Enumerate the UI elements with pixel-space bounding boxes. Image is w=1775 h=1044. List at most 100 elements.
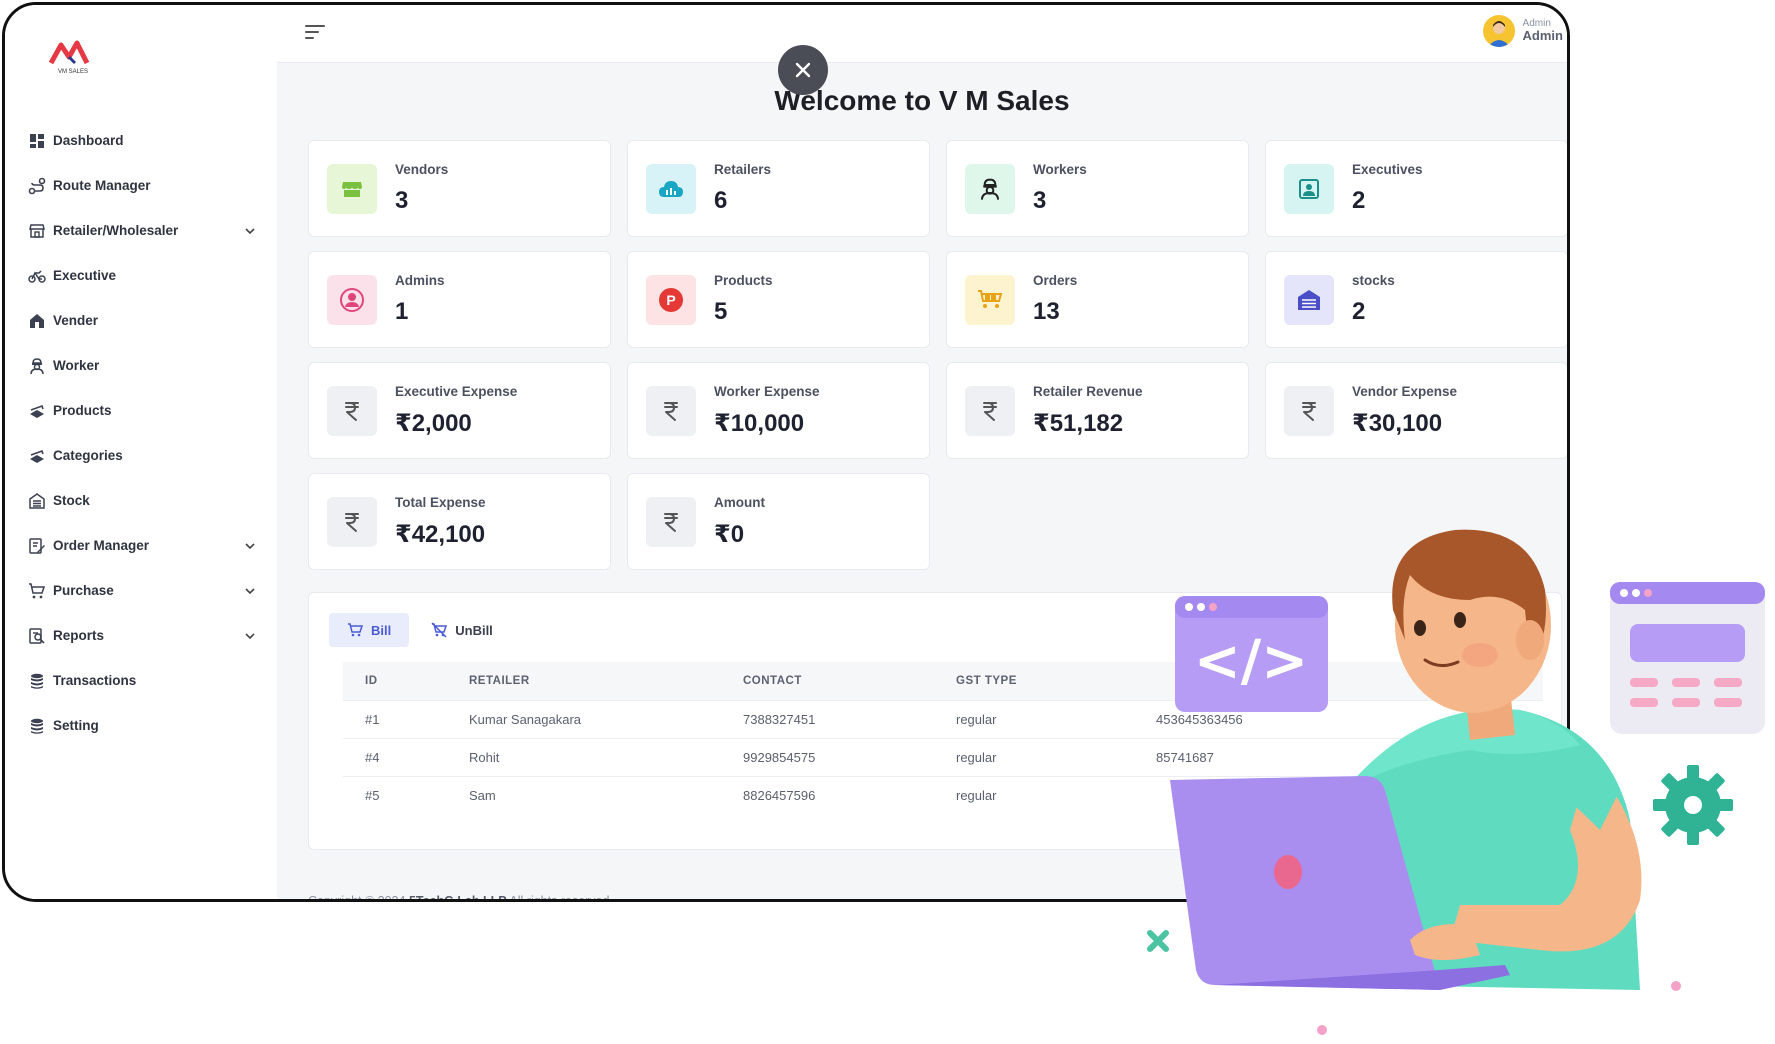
stat-card-worker-expense[interactable]: Worker Expense ₹10,000 xyxy=(627,362,930,459)
stat-value: 2 xyxy=(1352,298,1366,325)
topbar: Admin Admin xyxy=(277,5,1567,63)
stat-label: Executive Expense xyxy=(395,384,518,399)
stat-card-workers[interactable]: Workers 3 xyxy=(946,140,1249,237)
stat-card-products[interactable]: P Products 5 xyxy=(627,251,930,348)
layers-icon xyxy=(27,401,47,421)
tab-bill-label: Bill xyxy=(371,622,392,638)
sidebar-item-retailer-wholesaler[interactable]: Retailer/Wholesaler xyxy=(27,208,257,253)
sidebar-item-label: Vender xyxy=(53,313,99,328)
sidebar-item-reports[interactable]: Reports xyxy=(27,613,257,658)
sidebar-item-products[interactable]: Products xyxy=(27,388,257,433)
stat-label: Workers xyxy=(1033,162,1087,177)
chevron-down-icon[interactable] xyxy=(243,224,257,238)
dashboard-icon xyxy=(27,131,47,151)
footer-company-link[interactable]: 5TechG Lab LLP xyxy=(409,894,507,899)
stat-label: Orders xyxy=(1033,273,1078,288)
stat-value: 5 xyxy=(714,298,728,325)
chevron-down-icon[interactable] xyxy=(243,629,257,643)
table-row[interactable]: #4 Rohit 9929854575 regular 85741687 xyxy=(343,737,1543,776)
col-gst-type: GST TYPE xyxy=(934,662,1134,700)
svg-text:P: P xyxy=(666,292,675,308)
stat-label: Worker Expense xyxy=(714,384,820,399)
cart-icon xyxy=(347,622,363,638)
sidebar-item-vender[interactable]: Vender xyxy=(27,298,257,343)
stat-card-total-expense[interactable]: Total Expense ₹42,100 xyxy=(308,473,611,570)
stat-card-orders[interactable]: Orders 13 xyxy=(946,251,1249,348)
vm-sales-logo[interactable]: VM SALES xyxy=(47,37,99,81)
p-badge-icon: P xyxy=(646,275,696,325)
sidebar-item-executive[interactable]: Executive xyxy=(27,253,257,298)
app-window: VM SALES Dashboard Route Manager Retailer/… xyxy=(2,2,1570,902)
worker-icon xyxy=(965,164,1015,214)
sidebar-item-order-manager[interactable]: Order Manager xyxy=(27,523,257,568)
stat-value: 3 xyxy=(395,187,409,214)
rupee-icon xyxy=(327,386,377,436)
stat-card-amount[interactable]: Amount ₹0 xyxy=(627,473,930,570)
tab-bill[interactable]: Bill xyxy=(329,613,410,647)
sidebar-item-transactions[interactable]: Transactions xyxy=(27,658,257,703)
table-row[interactable]: #1 Kumar Sanagakara 7388327451 regular 45364… xyxy=(343,699,1543,738)
stat-card-retailer-revenue[interactable]: Retailer Revenue ₹51,182 xyxy=(946,362,1249,459)
chevron-down-icon[interactable] xyxy=(243,584,257,598)
rupee-icon xyxy=(327,497,377,547)
sidebar-item-purchase[interactable]: Purchase xyxy=(27,568,257,613)
user-menu[interactable]: Admin Admin xyxy=(1482,15,1563,47)
table-cell: Sam xyxy=(447,775,721,814)
table-cell: #1 xyxy=(343,699,447,738)
rupee-icon xyxy=(646,497,696,547)
stat-label: Retailer Revenue xyxy=(1033,384,1143,399)
table-cell xyxy=(1134,775,1543,814)
coins-icon xyxy=(27,716,47,736)
stat-label: Vendor Expense xyxy=(1352,384,1458,399)
stat-card-executives[interactable]: Executives 2 xyxy=(1265,140,1567,237)
stat-card-admins[interactable]: Admins 1 xyxy=(308,251,611,348)
stat-card-stocks[interactable]: stocks 2 xyxy=(1265,251,1567,348)
sidebar-item-route-manager[interactable]: Route Manager xyxy=(27,163,257,208)
stat-card-vendors[interactable]: Vendors 3 xyxy=(308,140,611,237)
rupee-icon xyxy=(1284,386,1334,436)
table-cell: regular xyxy=(934,699,1134,738)
sidebar-item-worker[interactable]: Worker xyxy=(27,343,257,388)
table-cell: 9929854575 xyxy=(721,737,934,776)
table-cell: regular xyxy=(934,737,1134,776)
sidebar-item-dashboard[interactable]: Dashboard xyxy=(27,118,257,163)
tab-unbill[interactable]: UnBill xyxy=(413,613,511,647)
sidebar-item-label: Route Manager xyxy=(53,178,151,193)
sidebar-item-label: Transactions xyxy=(53,673,137,688)
avatar xyxy=(1482,15,1515,47)
sidebar-nav: Dashboard Route Manager Retailer/Wholesale… xyxy=(27,118,257,748)
stat-value: 13 xyxy=(1033,298,1060,325)
table-cell: Rohit xyxy=(447,737,721,776)
col-gst-number xyxy=(1134,662,1543,700)
rupee-icon xyxy=(965,386,1015,436)
footer-prefix: Copyright © 2024 xyxy=(308,894,409,902)
stat-card-retailers[interactable]: Retailers 6 xyxy=(627,140,930,237)
sidebar-item-label: Reports xyxy=(53,628,105,643)
chevron-down-icon[interactable] xyxy=(243,539,257,553)
sidebar-item-label: Setting xyxy=(53,718,99,733)
stat-value: 6 xyxy=(714,187,728,214)
stat-card-executive-expense[interactable]: Executive Expense ₹2,000 xyxy=(308,362,611,459)
table-row[interactable]: #5 Sam 8826457596 regular xyxy=(343,775,1543,814)
sidebar-item-categories[interactable]: Categories xyxy=(27,433,257,478)
close-icon xyxy=(795,62,811,78)
cart-icon xyxy=(27,581,47,601)
sidebar-item-label: Products xyxy=(53,403,112,418)
bill-table: ID RETAILER CONTACT GST TYPE #1 Kumar San… xyxy=(343,662,1543,814)
coins-icon xyxy=(27,671,47,691)
sidebar-item-label: Purchase xyxy=(53,583,114,598)
stat-card-vendor-expense[interactable]: Vendor Expense ₹30,100 xyxy=(1265,362,1567,459)
menu-toggle-icon[interactable] xyxy=(305,25,325,43)
sidebar-item-stock[interactable]: Stock xyxy=(27,478,257,523)
close-button[interactable] xyxy=(778,45,828,95)
stat-value: ₹0 xyxy=(714,521,745,548)
sidebar-item-label: Order Manager xyxy=(53,538,150,553)
table-cell: Kumar Sanagakara xyxy=(447,699,721,738)
cloud-chart-icon xyxy=(646,164,696,214)
sidebar-item-setting[interactable]: Setting xyxy=(27,703,257,748)
stat-label: stocks xyxy=(1352,273,1395,288)
stat-value: ₹51,182 xyxy=(1033,410,1124,437)
avatar-person-icon xyxy=(1487,21,1510,47)
stage: VM SALES Dashboard Route Manager Retailer/… xyxy=(0,0,1775,1044)
sparkle-icon xyxy=(1147,930,1169,952)
